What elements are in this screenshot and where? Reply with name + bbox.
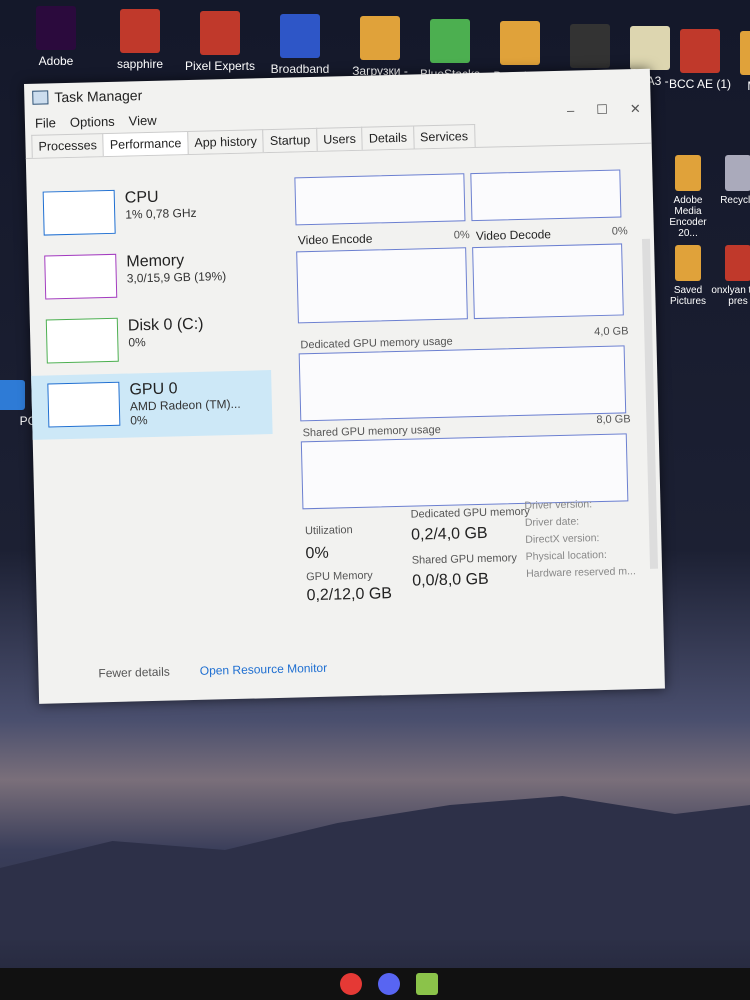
item-value: 3,0/15,9 GB (19%) <box>126 269 227 286</box>
tab-users[interactable]: Users <box>315 126 364 151</box>
dedicated-memory-value: 0,2/4,0 GB <box>410 524 488 544</box>
task-manager-icon <box>32 90 49 105</box>
shared-memory-label: Shared GPU memory <box>411 552 518 567</box>
driver-info: Driver version: Driver date: DirectX ver… <box>524 495 636 583</box>
app-icon <box>725 245 750 281</box>
pc-icon <box>0 380 25 410</box>
discord-icon[interactable] <box>378 973 400 995</box>
icon-label: Pixel Experts <box>184 59 256 73</box>
sidebar-item-cpu[interactable]: CPU 1% 0,78 GHz <box>26 178 267 248</box>
gpu-graph <box>47 381 121 428</box>
app-icon <box>430 18 470 63</box>
disk-graph <box>45 317 119 364</box>
app-icon <box>360 16 400 60</box>
desktop-icon[interactable]: BlueStacks <box>410 18 490 81</box>
menu-options[interactable]: Options <box>70 114 115 130</box>
app-icon <box>200 11 240 55</box>
app-icon <box>675 155 701 191</box>
performance-sidebar: CPU 1% 0,78 GHz Memory 3,0/15,9 GB (19%) D… <box>26 178 277 644</box>
dedicated-usage-label: Dedicated GPU memory usage <box>300 335 453 352</box>
sidebar-item-disk[interactable]: Disk 0 (C:) 0% <box>30 306 271 376</box>
app-icon <box>36 6 76 50</box>
dedicated-usage-graph <box>298 345 627 422</box>
graph-copy <box>470 169 622 222</box>
utilization-value: 0% <box>305 544 329 563</box>
menu-view[interactable]: View <box>129 113 157 129</box>
tab-app-history[interactable]: App history <box>187 129 265 155</box>
video-encode-label[interactable]: Video Encode <box>298 232 373 248</box>
tab-processes[interactable]: Processes <box>31 133 105 158</box>
app-icon <box>120 8 160 53</box>
item-value: AMD Radeon (TM)... <box>129 396 241 414</box>
desktop-icon[interactable]: Pixel Experts <box>180 11 260 73</box>
item-value: 0% <box>128 335 146 350</box>
app-icon <box>500 21 540 65</box>
shared-usage-label: Shared GPU memory usage <box>302 423 441 440</box>
open-resource-monitor-link[interactable]: Open Resource Monitor <box>200 661 328 678</box>
icon-label: Recycle <box>720 195 750 206</box>
hardware-reserved-label: Hardware reserved m... <box>525 565 636 580</box>
tab-startup[interactable]: Startup <box>262 127 318 153</box>
sidebar-item-memory[interactable]: Memory 3,0/15,9 GB (19%) <box>28 242 269 312</box>
fewer-details-link[interactable]: Fewer details <box>98 665 170 681</box>
icon-label: onxlyan text pres <box>711 285 750 307</box>
cpu-graph <box>42 189 116 236</box>
wallpaper-mountains <box>0 796 750 940</box>
minimize-button[interactable]: – <box>567 103 575 119</box>
icon-label: Broadband <box>270 61 330 76</box>
close-button[interactable]: ✕ <box>630 101 641 117</box>
window-title: Task Manager <box>54 87 143 106</box>
app-icon <box>680 28 720 73</box>
task-manager-window: Task Manager File Options View – ☐ ✕ Proce… <box>24 68 665 704</box>
gpu-memory-label: GPU Memory <box>305 569 373 584</box>
video-decode-label[interactable]: Video Decode <box>476 227 551 243</box>
shared-max: 8,0 GB <box>596 413 631 427</box>
shared-memory-value: 0,0/8,0 GB <box>412 570 489 590</box>
video-decode-pct: 0% <box>611 225 628 238</box>
desktop-icon[interactable]: Загрузки - <box>340 16 420 78</box>
utilization-label: Utilization <box>304 524 353 538</box>
desktop-icon[interactable]: Musi <box>720 31 750 93</box>
app-icon <box>675 245 701 281</box>
gpu-detail-panel: Video Encode 0% Video Decode 0% Dedicate… <box>294 169 643 627</box>
icon-label: PC <box>19 414 37 428</box>
video-encode-graph <box>296 247 468 324</box>
app-icon <box>280 13 320 58</box>
desktop-icon[interactable]: Adobe Media Encoder 20... <box>660 155 716 239</box>
icon-label: Saved Pictures <box>669 285 707 307</box>
icon-label: Adobe <box>38 54 74 68</box>
taskbar <box>0 968 750 1000</box>
video-decode-graph <box>472 243 624 320</box>
app-icon <box>740 31 750 75</box>
chrome-icon[interactable] <box>340 973 362 995</box>
desktop-icon[interactable]: Recycle <box>710 155 750 206</box>
desktop-icon[interactable]: sapphire <box>100 8 180 71</box>
item-value: 0% <box>130 413 148 428</box>
icon-label: Adobe Media Encoder 20... <box>669 195 707 239</box>
footer: Fewer details Open Resource Monitor <box>98 661 327 681</box>
desktop-icon[interactable]: Broadband <box>260 13 340 76</box>
item-name: Disk 0 (C:) <box>127 315 204 335</box>
desktop-icon[interactable]: Adobe <box>16 6 96 68</box>
icon-label: sapphire <box>116 56 164 71</box>
app-icon <box>570 23 610 68</box>
memory-graph <box>44 253 118 300</box>
tab-services[interactable]: Services <box>412 124 476 149</box>
menu-file[interactable]: File <box>35 115 56 131</box>
dedicated-memory-label: Dedicated GPU memory <box>410 505 530 521</box>
sidebar-item-gpu[interactable]: GPU 0 AMD Radeon (TM)... 0% <box>31 370 273 440</box>
item-value: 1% 0,78 GHz <box>125 205 197 222</box>
video-encode-pct: 0% <box>453 229 470 242</box>
dedicated-max: 4,0 GB <box>594 325 629 339</box>
graph-3d <box>294 173 466 226</box>
tab-details[interactable]: Details <box>361 125 415 150</box>
desktop-icon[interactable]: Saved Pictures <box>660 245 716 307</box>
maximize-button[interactable]: ☐ <box>596 102 608 118</box>
item-name: CPU <box>124 188 159 207</box>
bluestacks-taskbar-icon[interactable] <box>416 973 438 995</box>
desktop-icon[interactable]: onxlyan text pres <box>710 245 750 307</box>
tab-performance[interactable]: Performance <box>102 131 189 157</box>
app-icon <box>725 155 750 191</box>
gpu-memory-value: 0,2/12,0 GB <box>306 585 393 605</box>
